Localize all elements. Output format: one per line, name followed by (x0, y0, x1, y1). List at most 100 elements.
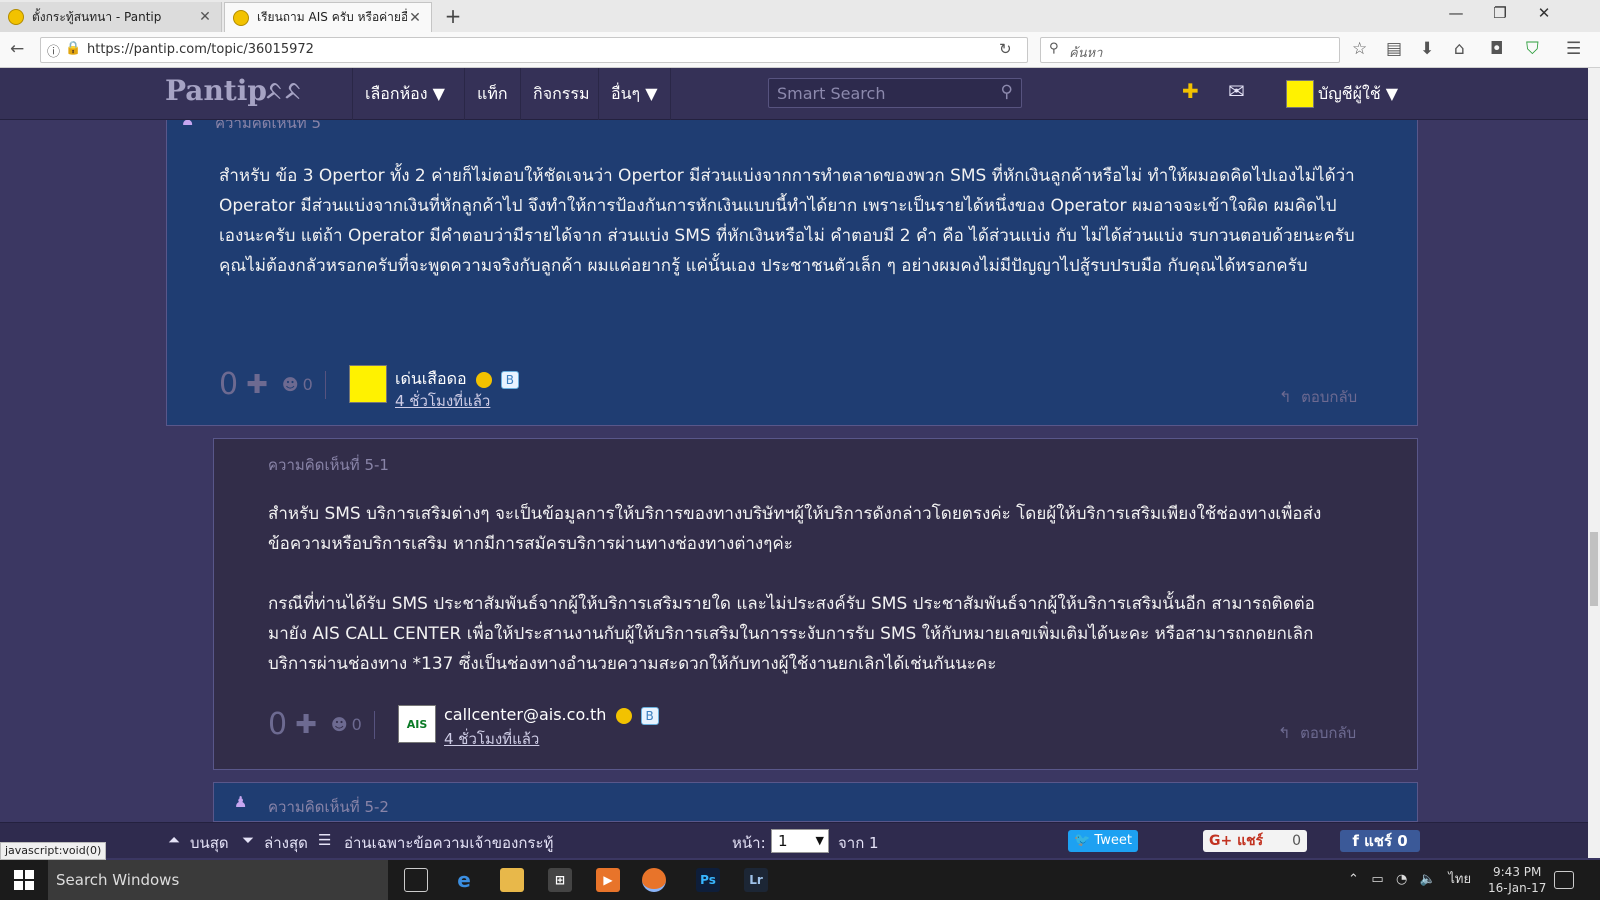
plus-vote-icon[interactable]: ✚ (246, 370, 268, 400)
owner-only-link[interactable]: อ่านเฉพาะข้อความเจ้าของกระทู้ (344, 831, 553, 855)
notifications-icon[interactable] (1554, 871, 1574, 889)
taskbar-clock[interactable]: 9:43 PM 16-Jan-17 (1488, 864, 1546, 896)
scroll-top-icon[interactable]: ⏶ (168, 831, 180, 849)
volume-icon[interactable]: 🔈 (1420, 872, 1436, 887)
user-icon: ♟ (234, 793, 248, 811)
scroll-bottom-link[interactable]: ล่างสุด (264, 831, 308, 855)
emotion-count: 0 (302, 375, 313, 394)
scrollbar-thumb[interactable] (1590, 532, 1598, 606)
windows-start-icon[interactable] (14, 870, 34, 890)
facebook-share-button[interactable]: f แชร์ 0 (1340, 830, 1420, 852)
wifi-icon[interactable]: ◔ (1396, 872, 1407, 887)
emotion-icon[interactable]: ☻ (282, 375, 299, 394)
account-menu[interactable]: บัญชีผู้ใช้ ▼ (1318, 68, 1398, 120)
username-row: callcenter@ais.co.th B (444, 705, 659, 725)
download-icon[interactable]: ⬇ (1420, 39, 1434, 59)
media-player-icon[interactable]: ▶ (596, 868, 620, 892)
menu-activities[interactable]: กิจกรรม (520, 68, 601, 120)
page-scrollbar[interactable] (1588, 68, 1600, 858)
menu-others[interactable]: อื่นๆ ▼ (598, 68, 671, 120)
browser-nav-bar: ← ⓘ 🔒 https://pantip.com/topic/36015972 … (0, 32, 1600, 68)
browser-tab-1[interactable]: ตั้งกระทู้สนทนา - Pantip ✕ (0, 2, 222, 32)
comment-time[interactable]: 4 ชั่วโมงที่แล้ว (444, 727, 539, 751)
blog-badge-icon[interactable]: B (500, 370, 519, 389)
user-avatar[interactable] (1286, 80, 1314, 108)
menu-choose-room[interactable]: เลือกห้อง ▼ (352, 68, 457, 120)
page-select[interactable]: 1 ▼ (771, 829, 829, 853)
browser-tab-2[interactable]: เรียนถาม AIS ครับ หรือค่ายอื่... ✕ (224, 2, 432, 32)
lightroom-icon[interactable]: Lr (744, 868, 768, 892)
reading-list-icon[interactable]: ▤ (1386, 39, 1402, 59)
photoshop-icon[interactable]: Ps (696, 868, 720, 892)
browser-search-input[interactable]: ⚲ ค้นหา (1040, 37, 1340, 63)
comment-body: สำหรับ SMS บริการเสริมต่างๆ จะเป็นข้อมูล… (268, 499, 1352, 679)
page-bottom-bar: ⏶ บนสุด ⏷ ล่างสุด ☰ อ่านเฉพาะข้อความเจ้า… (0, 822, 1588, 858)
new-topic-icon[interactable]: ✚ (1182, 79, 1199, 103)
fbshare-label: แชร์ 0 (1364, 832, 1408, 850)
clock-time: 9:43 PM (1493, 865, 1542, 879)
facebook-icon: f (1352, 832, 1359, 850)
reload-icon[interactable]: ↻ (999, 40, 1012, 58)
search-icon: ⚲ (1049, 41, 1059, 56)
google-plus-icon: G+ (1209, 833, 1233, 849)
pantip-logo-mark: ᨅᨅ (265, 76, 303, 106)
search-icon[interactable]: ⚲ (1001, 82, 1013, 102)
owner-icon[interactable]: ☰ (318, 831, 331, 849)
comment-paragraph: สำหรับ SMS บริการเสริมต่างๆ จะเป็นข้อมูล… (268, 504, 1322, 554)
bookmark-star-icon[interactable]: ☆ (1352, 39, 1367, 59)
task-view-icon[interactable] (404, 868, 428, 892)
minimize-icon[interactable]: — (1436, 4, 1476, 22)
file-explorer-icon[interactable] (500, 868, 524, 892)
blog-badge-icon[interactable]: B (640, 706, 659, 725)
menu-tags[interactable]: แท็ก (464, 68, 520, 120)
ais-avatar[interactable]: AIS (398, 705, 436, 743)
pocket-icon[interactable]: ◘ (1490, 39, 1503, 59)
home-icon[interactable]: ⌂ (1454, 39, 1465, 59)
address-bar[interactable]: ⓘ 🔒 https://pantip.com/topic/36015972 ↻ (40, 37, 1028, 63)
tweet-button[interactable]: 🐦 Tweet (1068, 830, 1138, 852)
store-icon[interactable]: ⊞ (548, 868, 572, 892)
restore-icon[interactable]: ❐ (1480, 4, 1520, 22)
info-icon[interactable]: ⓘ (47, 41, 60, 60)
firefox-icon[interactable] (642, 868, 666, 892)
username-link[interactable]: callcenter@ais.co.th (444, 705, 606, 724)
comment-paragraph: กรณีที่ท่านได้รับ SMS ประชาสัมพันธ์จากผู… (268, 594, 1315, 674)
emotion-icon[interactable]: ☻ (331, 715, 348, 734)
plus-vote-icon[interactable]: ✚ (295, 710, 317, 740)
emotion-count: 0 (351, 715, 362, 734)
scroll-bottom-icon[interactable]: ⏷ (242, 831, 254, 849)
close-tab-icon[interactable]: ✕ (197, 9, 213, 25)
battery-icon[interactable]: ▭ (1371, 872, 1383, 887)
new-tab-button[interactable]: + (440, 4, 466, 28)
mail-icon[interactable]: ✉ (1228, 79, 1245, 103)
scroll-top-link[interactable]: บนสุด (190, 831, 229, 855)
username-link[interactable]: เด่นเสือดอ (395, 369, 467, 388)
comment-header: ความคิดเห็นที่ 5-1 (268, 456, 389, 474)
smart-search-input[interactable]: Smart Search ⚲ (768, 78, 1022, 108)
comment-time[interactable]: 4 ชั่วโมงที่แล้ว (395, 389, 490, 413)
site-header: Pantip ᨅᨅ เลือกห้อง ▼ แท็ก กิจกรรม อื่นๆ… (0, 68, 1588, 120)
tray-chevron-icon[interactable]: ⌃ (1348, 872, 1359, 887)
google-plus-share-button[interactable]: G+ แชร์ 0 (1203, 830, 1307, 852)
menu-hamburger-icon[interactable]: ☰ (1566, 39, 1581, 59)
gshare-label: แชร์ (1237, 833, 1264, 849)
language-indicator[interactable]: ไทย (1448, 872, 1471, 887)
pantip-favicon-icon (8, 9, 24, 25)
gshare-count: 0 (1292, 833, 1301, 849)
reply-button[interactable]: ↰ ตอบกลับ (1278, 721, 1356, 745)
close-tab-icon[interactable]: ✕ (407, 10, 423, 26)
url-text[interactable]: https://pantip.com/topic/36015972 (87, 42, 314, 57)
search-placeholder: ค้นหา (1069, 46, 1103, 61)
taskbar-search-input[interactable]: Search Windows (48, 860, 388, 900)
edge-icon[interactable]: e (452, 868, 476, 892)
close-window-icon[interactable]: ✕ (1524, 4, 1564, 22)
page-of-label: จาก 1 (838, 834, 879, 852)
extension-shield-icon[interactable]: ⛉ (1526, 39, 1539, 59)
back-icon[interactable]: ← (10, 39, 24, 59)
avatar[interactable] (349, 365, 387, 403)
comment-paragraph: สำหรับ ข้อ 3 Opertor ทั้ง 2 ค่ายก็ไม่ตอบ… (219, 166, 1355, 246)
clock-date: 16-Jan-17 (1488, 881, 1547, 895)
browser-tab-bar: ตั้งกระทู้สนทนา - Pantip ✕ เรียนถาม AIS … (0, 0, 1600, 32)
reply-button[interactable]: ↰ ตอบกลับ (1279, 385, 1357, 409)
pantip-logo[interactable]: Pantip (165, 74, 267, 107)
